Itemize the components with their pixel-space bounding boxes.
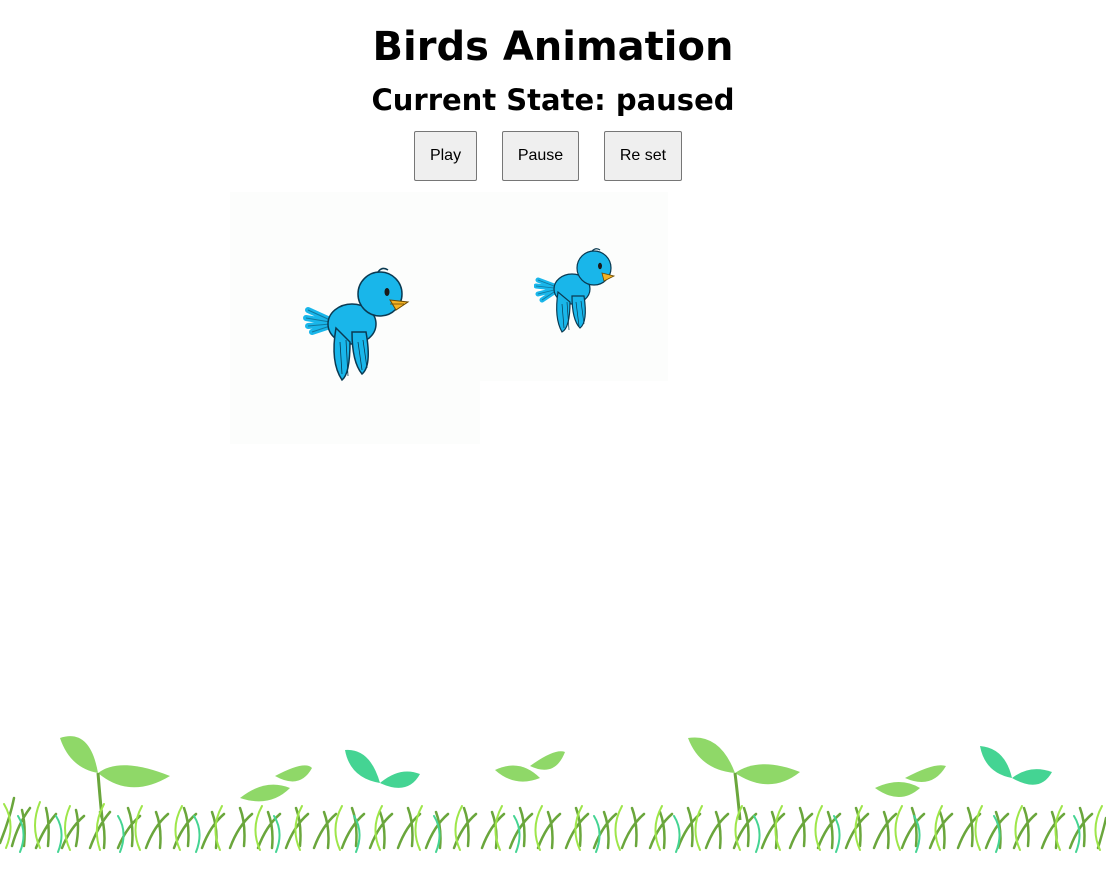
grass-icon	[0, 736, 1106, 853]
bird-icon	[303, 267, 410, 382]
current-state-label: Current State: paused	[371, 83, 735, 117]
pause-button[interactable]: Pause	[502, 131, 579, 181]
bird-icon	[534, 248, 616, 333]
page-title: Birds Animation	[372, 24, 734, 70]
play-button[interactable]: Play	[414, 131, 477, 181]
reset-button[interactable]: Re set	[604, 131, 682, 181]
